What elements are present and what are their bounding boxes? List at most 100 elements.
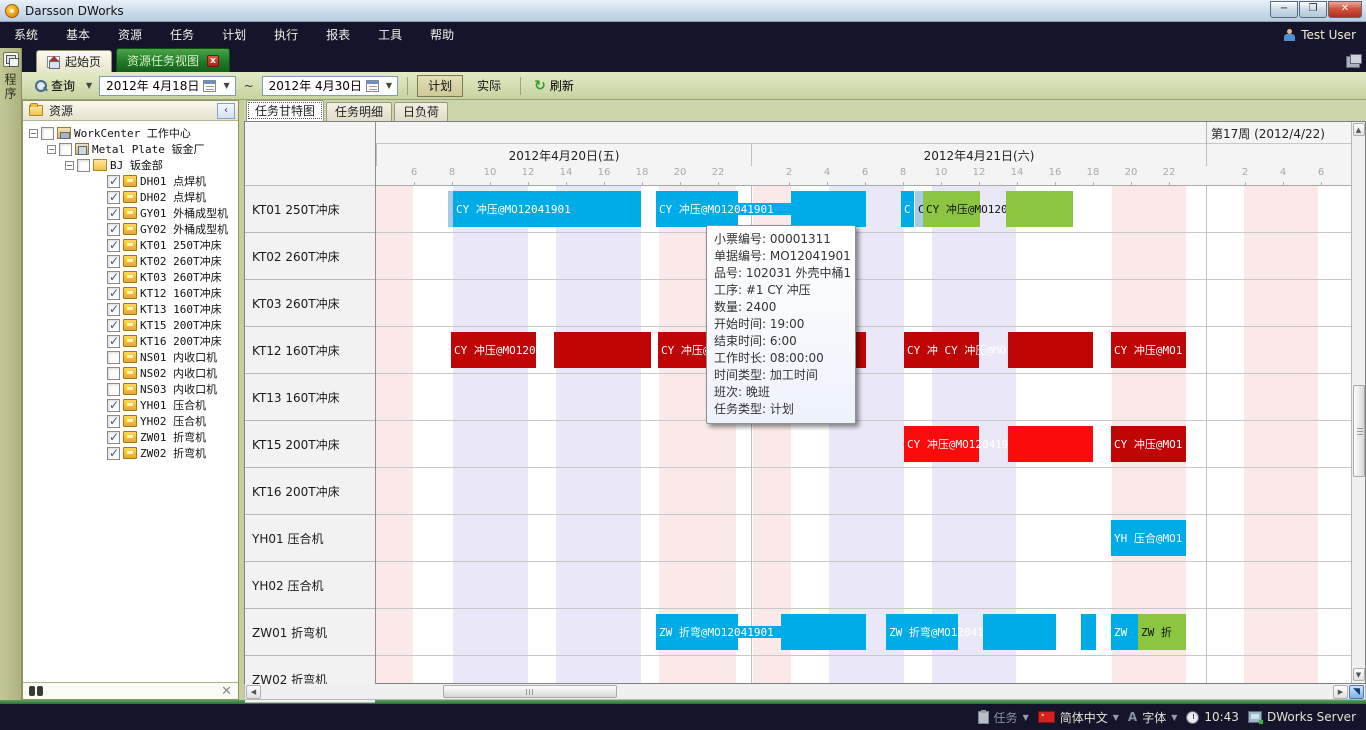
program-strip-label[interactable]: 程序 (2, 73, 19, 101)
gantt-tab-1[interactable]: 任务明细 (326, 102, 392, 121)
binoculars-icon[interactable] (29, 686, 43, 696)
horizontal-scrollbar[interactable]: ◀ ▶ ◥ (244, 684, 1366, 700)
status-item-4[interactable]: DWorks Server (1248, 710, 1356, 724)
scroll-down-icon[interactable]: ▼ (1353, 668, 1365, 681)
tree-checkbox[interactable] (77, 159, 90, 172)
gantt-bar[interactable] (983, 614, 1056, 650)
gantt-bar[interactable]: ZW (1111, 614, 1138, 650)
horizontal-scroll-thumb[interactable] (443, 685, 617, 698)
clear-filter-icon[interactable]: ✕ (221, 684, 232, 699)
tree-checkbox[interactable] (107, 207, 120, 220)
gantt-bar[interactable] (554, 332, 651, 368)
tree-checkbox[interactable] (107, 303, 120, 316)
tree-item[interactable]: YH01 压合机 (23, 397, 238, 413)
tree-checkbox[interactable] (41, 127, 54, 140)
current-user[interactable]: Test User (1283, 28, 1356, 42)
refresh-button[interactable]: ↻ 刷新 (530, 75, 578, 96)
gantt-bar[interactable]: CY 冲 CY 冲压@MO12041904 (904, 332, 979, 368)
tree-checkbox[interactable] (107, 175, 120, 188)
gantt-bar[interactable] (1081, 614, 1096, 650)
expand-view-icon[interactable]: ◥ (1349, 685, 1364, 699)
gantt-bar[interactable]: CY 冲压@MO1 (1111, 426, 1186, 462)
tree-checkbox[interactable] (107, 271, 120, 284)
tree-checkbox[interactable] (107, 319, 120, 332)
minimize-button[interactable]: − (1270, 1, 1298, 18)
tree-item[interactable]: KT01 250T冲床 (23, 237, 238, 253)
query-button[interactable]: 查询 (30, 75, 79, 96)
date-from-field[interactable]: 2012年 4月18日 ▼ (99, 76, 235, 96)
program-panel-icon[interactable] (3, 52, 19, 67)
tree-item[interactable]: −Metal Plate 钣金厂 (23, 141, 238, 157)
tree-item[interactable]: −BJ 钣金部 (23, 157, 238, 173)
tree-item[interactable]: KT03 260T冲床 (23, 269, 238, 285)
tree-checkbox[interactable] (107, 191, 120, 204)
tree-item[interactable]: KT12 160T冲床 (23, 285, 238, 301)
dropdown-caret-icon[interactable]: ▼ (1113, 713, 1119, 722)
status-item-0[interactable]: 任务▼ (978, 709, 1029, 726)
tree-item[interactable]: KT15 200T冲床 (23, 317, 238, 333)
tree-item[interactable]: YH02 压合机 (23, 413, 238, 429)
tree-item[interactable]: KT13 160T冲床 (23, 301, 238, 317)
scroll-right-icon[interactable]: ▶ (1333, 685, 1348, 699)
actual-toggle-button[interactable]: 实际 (467, 75, 511, 97)
tab-resource-task-view[interactable]: 资源任务视图 x (116, 48, 230, 72)
tree-checkbox[interactable] (107, 415, 120, 428)
menu-item-0[interactable]: 系统 (0, 22, 52, 48)
gantt-bar[interactable]: ZW 折弯@MO12041901 (656, 614, 738, 650)
tree-item[interactable]: NS02 内收口机 (23, 365, 238, 381)
date-to-field[interactable]: 2012年 4月30日 ▼ (262, 76, 398, 96)
tree-item[interactable]: −WorkCenter 工作中心 (23, 125, 238, 141)
menu-item-6[interactable]: 报表 (312, 22, 364, 48)
tree-item[interactable]: KT16 200T冲床 (23, 333, 238, 349)
gantt-tab-2[interactable]: 日负荷 (394, 102, 448, 121)
gantt-bar[interactable] (1008, 426, 1093, 462)
tree-expander-icon[interactable]: − (65, 161, 74, 170)
menu-item-2[interactable]: 资源 (104, 22, 156, 48)
tree-item[interactable]: DH02 点焊机 (23, 189, 238, 205)
gantt-bar[interactable]: CY 冲压@MO12041901 (453, 191, 641, 227)
gantt-bar[interactable] (1006, 191, 1073, 227)
gantt-bar[interactable]: ZW 折 (1138, 614, 1186, 650)
dropdown-caret-icon[interactable]: ▼ (1023, 713, 1029, 722)
tree-checkbox[interactable] (107, 239, 120, 252)
gantt-bar[interactable]: C (915, 191, 923, 227)
tree-checkbox[interactable] (107, 399, 120, 412)
tree-checkbox[interactable] (107, 383, 120, 396)
tree-item[interactable]: GY01 外桶成型机 (23, 205, 238, 221)
menu-item-4[interactable]: 计划 (208, 22, 260, 48)
window-list-icon[interactable] (1346, 56, 1360, 68)
tree-checkbox[interactable] (107, 351, 120, 364)
gantt-bar[interactable]: C (901, 191, 914, 227)
status-item-1[interactable]: 简体中文▼ (1038, 709, 1119, 726)
tree-checkbox[interactable] (107, 447, 120, 460)
tree-item[interactable]: KT02 260T冲床 (23, 253, 238, 269)
tree-checkbox[interactable] (107, 287, 120, 300)
status-item-3[interactable]: 10:43 (1186, 710, 1239, 724)
gantt-bar[interactable]: CY 冲压@MO12041904 (451, 332, 536, 368)
tree-checkbox[interactable] (107, 335, 120, 348)
close-button[interactable]: ✕ (1328, 1, 1362, 18)
tree-item[interactable]: ZW01 折弯机 (23, 429, 238, 445)
gantt-bar[interactable] (1008, 332, 1093, 368)
menu-item-5[interactable]: 执行 (260, 22, 312, 48)
tree-item[interactable]: ZW02 折弯机 (23, 445, 238, 461)
menu-item-1[interactable]: 基本 (52, 22, 104, 48)
vertical-scroll-thumb[interactable] (1353, 385, 1365, 477)
query-dropdown-caret[interactable]: ▼ (83, 81, 95, 90)
gantt-bar[interactable]: CY 冲压@MO12041903 (904, 426, 979, 462)
collapse-panel-button[interactable]: ‹ (217, 103, 235, 119)
tree-checkbox[interactable] (107, 431, 120, 444)
gantt-bar[interactable] (781, 614, 866, 650)
menu-item-8[interactable]: 帮助 (416, 22, 468, 48)
scroll-left-icon[interactable]: ◀ (246, 685, 261, 699)
status-item-2[interactable]: A字体▼ (1128, 709, 1177, 726)
tab-close-icon[interactable]: x (207, 55, 219, 67)
gantt-bar[interactable] (791, 191, 866, 227)
tree-item[interactable]: GY02 外桶成型机 (23, 221, 238, 237)
vertical-scrollbar[interactable]: ▲ ▼ (1351, 122, 1365, 683)
tree-item[interactable]: NS03 内收口机 (23, 381, 238, 397)
date-from-caret[interactable]: ▼ (220, 81, 232, 90)
date-to-caret[interactable]: ▼ (383, 81, 395, 90)
gantt-tab-0[interactable]: 任务甘特图 (246, 100, 324, 121)
restore-button[interactable]: ❐ (1299, 1, 1327, 18)
